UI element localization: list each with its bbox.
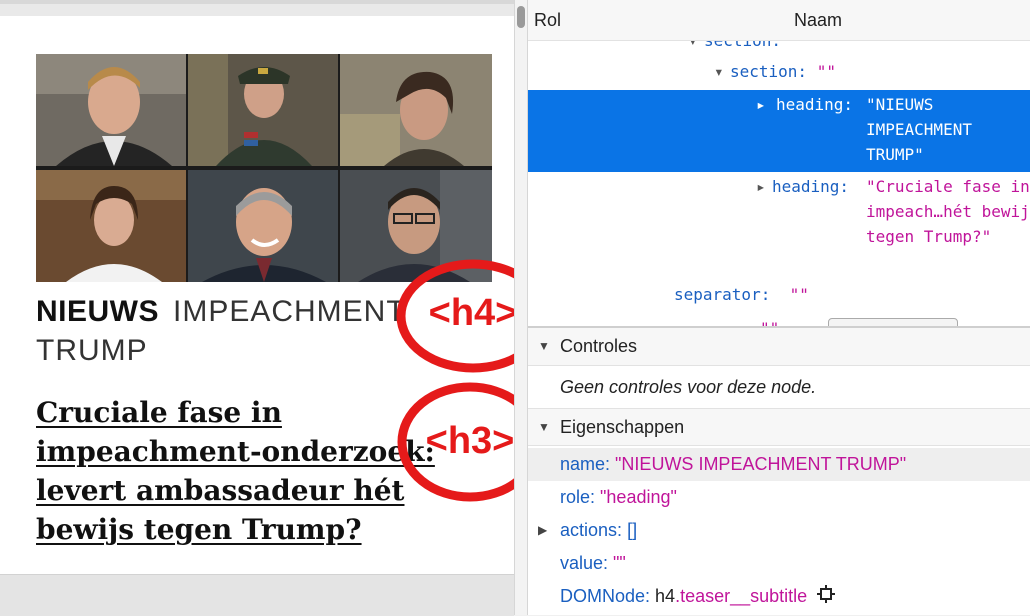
- page-top-strip: [0, 0, 514, 4]
- tree-role-label: heading:: [772, 177, 850, 196]
- expanded-arrow-icon[interactable]: ▾: [714, 59, 730, 84]
- dom-element-class[interactable]: .teaser__subtitle: [675, 586, 807, 606]
- splitter-scrollbar[interactable]: [514, 0, 528, 615]
- property-key: actions: [560, 520, 618, 540]
- select-node-target-icon[interactable]: [817, 581, 836, 614]
- expanded-arrow-icon[interactable]: ▼: [538, 420, 550, 434]
- property-key: DOMNode: [560, 586, 646, 606]
- tree-column-header: Rol Naam: [528, 0, 1030, 41]
- tree-row-separator[interactable]: separator: "": [674, 282, 809, 307]
- portrait-photo-2: [188, 54, 338, 166]
- tree-name-value: "": [816, 62, 836, 81]
- tree-name-value: "NIEUWS IMPEACHMENT TRUMP": [866, 95, 982, 164]
- photo-collage[interactable]: [36, 54, 492, 282]
- tree-row-section[interactable]: ▾ section: "": [714, 59, 836, 84]
- portrait-photo-3: [340, 54, 492, 166]
- portrait-photo-4: [36, 170, 186, 282]
- expanded-arrow-icon[interactable]: ▼: [538, 339, 550, 353]
- tree-name-value: "": [760, 319, 779, 326]
- collapsed-arrow-icon[interactable]: ▸: [756, 92, 772, 117]
- webpage-viewport: NIEUWS IMPEACHMENT TRUMP Cruciale fase in…: [0, 0, 550, 616]
- page-bottom-strip: [0, 574, 514, 616]
- property-name[interactable]: name: "NIEUWS IMPEACHMENT TRUMP": [528, 448, 1030, 481]
- properties-title: Eigenschappen: [560, 417, 685, 437]
- property-value: []: [627, 520, 638, 540]
- properties-panel-header[interactable]: ▼ Eigenschappen: [528, 408, 1030, 446]
- tree-row-heading-selected[interactable]: ▸ heading: "NIEUWS IMPEACHMENT TRUMP": [528, 90, 1030, 172]
- tree-row-button-stub[interactable]: [828, 318, 958, 326]
- controls-title: Controles: [560, 336, 638, 356]
- column-name[interactable]: Naam: [794, 10, 842, 31]
- accessibility-tree[interactable]: ▾section: Rol Naam ▾section: "" ▸ headin…: [528, 0, 1030, 326]
- property-value: "NIEUWS IMPEACHMENT TRUMP": [615, 454, 907, 474]
- subtitle-kicker: NIEUWS: [36, 295, 159, 328]
- property-domnode[interactable]: DOMNode: h4.teaser__subtitle: [528, 580, 1030, 613]
- property-role[interactable]: role: "heading": [528, 481, 1030, 514]
- portrait-photo-5: [188, 170, 338, 282]
- tree-name-value: "": [789, 285, 809, 304]
- tree-row-heading[interactable]: ▸ heading: "Cruciale fase in impeach…hét …: [756, 174, 1030, 246]
- accessibility-inspector: ▾section: Rol Naam ▾section: "" ▸ headin…: [514, 0, 1030, 615]
- collapsed-arrow-icon[interactable]: ▸: [756, 174, 772, 199]
- collapsed-arrow-icon[interactable]: ▶: [538, 514, 547, 547]
- sidebar-panels: ▼ Controles Geen controles voor deze nod…: [528, 326, 1030, 615]
- no-controls-message: Geen controles voor deze node.: [560, 377, 817, 397]
- controls-panel-header[interactable]: ▼ Controles: [528, 328, 1030, 366]
- tree-role-label: section:: [730, 62, 808, 81]
- property-actions[interactable]: ▶ actions: []: [528, 514, 1030, 547]
- column-role[interactable]: Rol: [534, 10, 561, 31]
- property-key: role: [560, 487, 591, 507]
- headline-link-text[interactable]: Cruciale fase in impeachment-onderzoek: …: [36, 396, 435, 546]
- property-key: name: [560, 454, 606, 474]
- tree-role-label: heading:: [776, 95, 854, 114]
- tree-role-label: separator:: [674, 285, 771, 304]
- scrollbar-thumb[interactable]: [517, 6, 525, 28]
- property-value: "heading": [600, 487, 677, 507]
- tree-row-partial[interactable]: "": [760, 316, 779, 326]
- portrait-photo-1: [36, 54, 186, 166]
- property-value-row[interactable]: value: "": [528, 547, 1030, 580]
- dom-element-tag[interactable]: h4: [655, 586, 675, 606]
- property-key: value: [560, 553, 604, 573]
- property-value: "": [613, 553, 626, 573]
- tree-name-value: "Cruciale fase in impeach…hét bewijs teg…: [866, 177, 1030, 246]
